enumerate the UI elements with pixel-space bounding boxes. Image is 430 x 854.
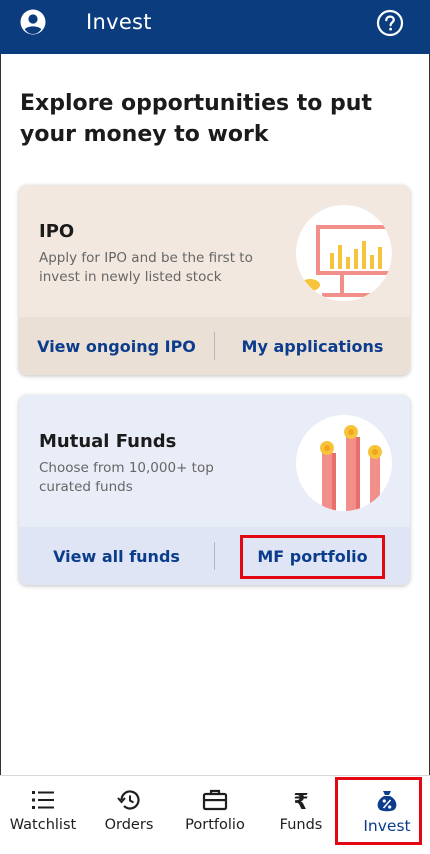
card-title: Mutual Funds	[39, 431, 177, 452]
nav-item-portfolio[interactable]: Portfolio	[172, 776, 258, 854]
nav-item-orders[interactable]: Orders	[86, 776, 172, 854]
invest-tab-highlight	[335, 777, 422, 845]
chart-board-icon	[300, 225, 392, 297]
page-title: Invest	[86, 10, 152, 34]
ipo-card[interactable]: IPO Apply for IPO and be the first to in…	[19, 185, 410, 375]
svg-text:₹: ₹	[293, 790, 308, 814]
nav-label: Portfolio	[185, 817, 245, 833]
history-icon	[117, 790, 140, 810]
nav-label: Watchlist	[9, 817, 77, 833]
nav-item-watchlist[interactable]: Watchlist	[0, 776, 86, 854]
section-heading: Explore opportunities to put your money …	[20, 91, 372, 147]
my-applications-button[interactable]: My applications	[215, 337, 410, 356]
card-title: IPO	[39, 221, 75, 242]
ipo-illustration	[296, 205, 392, 301]
rupee-icon: ₹	[293, 790, 308, 814]
account-circle-icon[interactable]	[20, 9, 46, 35]
help-circle-icon[interactable]	[376, 9, 404, 37]
nav-item-funds[interactable]: ₹ Funds	[258, 776, 344, 854]
watchlist-icon	[32, 791, 54, 809]
growth-pillars-icon	[320, 425, 382, 511]
mf-portfolio-highlight	[240, 535, 385, 579]
card-description: Apply for IPO and be the first to invest…	[39, 250, 253, 285]
ipo-actions: View ongoing IPO My applications	[19, 317, 410, 375]
briefcase-icon	[202, 789, 228, 811]
view-all-funds-button[interactable]: View all funds	[19, 547, 214, 566]
mutual-funds-illustration	[296, 415, 392, 511]
view-ongoing-ipo-button[interactable]: View ongoing IPO	[19, 337, 214, 356]
top-app-bar: Invest	[0, 0, 430, 54]
nav-label: Orders	[104, 817, 154, 833]
card-description: Choose from 10,000+ top curated funds	[39, 460, 214, 495]
nav-label: Funds	[279, 817, 323, 833]
